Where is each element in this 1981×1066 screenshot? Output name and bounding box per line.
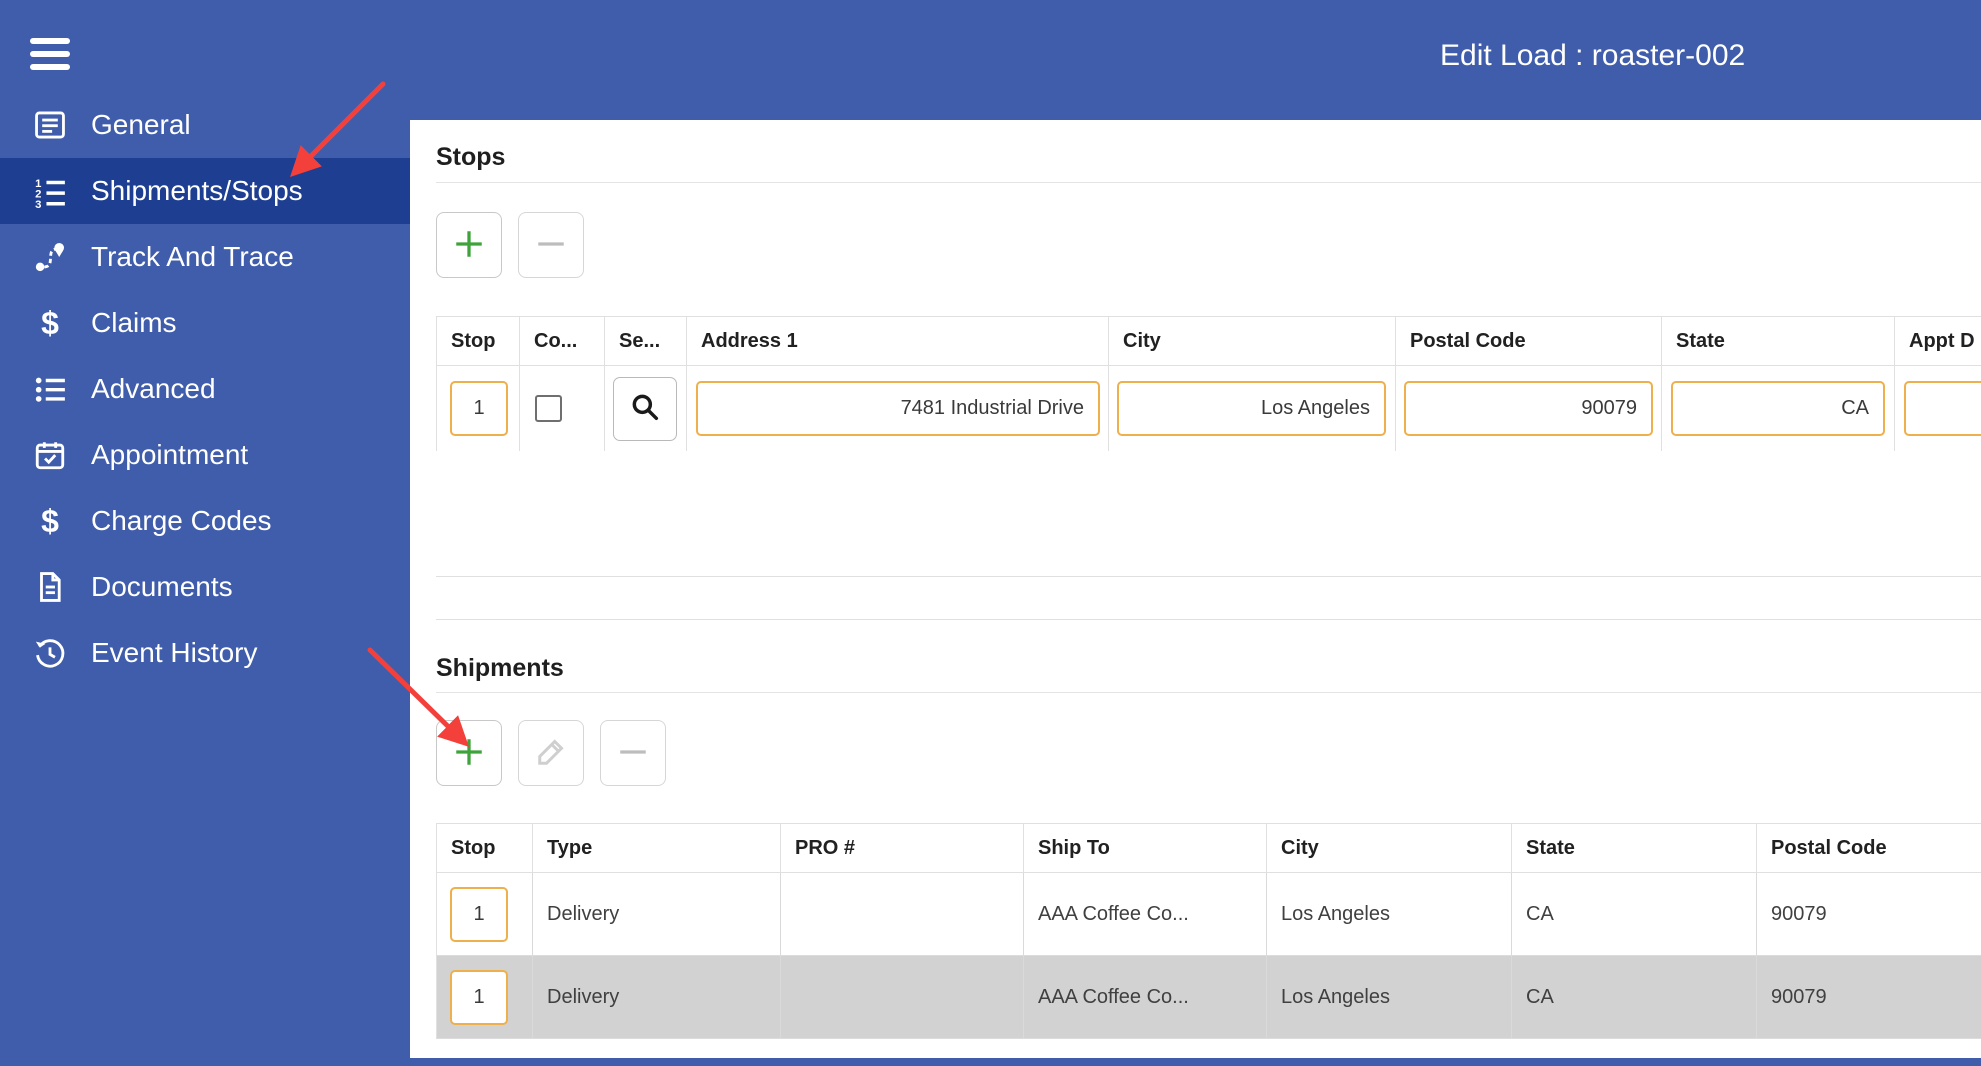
sidebar-item-advanced[interactable]: Advanced	[0, 356, 410, 422]
plus-icon	[451, 734, 487, 773]
minus-icon	[615, 734, 651, 773]
sidebar-item-label: Charge Codes	[91, 505, 272, 536]
sidebar-item-label: Shipments/Stops	[91, 175, 303, 206]
stops-add-button[interactable]	[436, 212, 502, 278]
stop-number-input[interactable]	[450, 381, 508, 436]
sidebar-item-track-and-trace[interactable]: Track And Trace	[0, 224, 410, 290]
shipment-row-selected[interactable]: Delivery AAA Coffee Co... Los Angeles CA…	[436, 956, 1981, 1039]
shipment-city: Los Angeles	[1267, 956, 1512, 1038]
document-icon	[30, 567, 70, 607]
shipments-section: Shipments Stop Type PRO # Ship To City S…	[436, 619, 1981, 1039]
hamburger-icon	[30, 38, 70, 70]
sidebar-item-appointment[interactable]: Appointment	[0, 422, 410, 488]
shipments-edit-button[interactable]	[518, 720, 584, 786]
pencil-icon	[533, 734, 569, 773]
sidebar: General 1 2 3 Shipments/Stops Track And …	[0, 0, 410, 1066]
shipment-ship-to: AAA Coffee Co...	[1024, 956, 1267, 1038]
column-header-type: Type	[533, 824, 781, 872]
column-header-appt-date: Appt D	[1895, 317, 1981, 365]
svg-text:3: 3	[35, 199, 41, 208]
sidebar-item-label: Event History	[91, 637, 258, 668]
shipment-row[interactable]: Delivery AAA Coffee Co... Los Angeles CA…	[436, 873, 1981, 956]
shipment-pro	[781, 873, 1024, 955]
stops-remove-button[interactable]	[518, 212, 584, 278]
state-input[interactable]	[1671, 381, 1885, 436]
shipments-table-header: Stop Type PRO # Ship To City State Posta…	[436, 823, 1981, 873]
shipment-stop-input[interactable]	[450, 886, 508, 942]
sidebar-item-general[interactable]: General	[0, 92, 410, 158]
sidebar-item-event-history[interactable]: Event History	[0, 620, 410, 686]
stops-table-row	[436, 366, 1981, 451]
stops-section-title: Stops	[436, 143, 506, 171]
stops-toolbar	[436, 212, 1981, 278]
shipment-pro	[781, 956, 1024, 1038]
sidebar-item-label: Track And Trace	[91, 241, 294, 272]
dollar-icon: $	[41, 502, 59, 539]
column-header-pro: PRO #	[781, 824, 1024, 872]
column-header-state: State	[1512, 824, 1757, 872]
stops-section: Stops Stop Co... Se... Address 1 City Po…	[436, 120, 1981, 577]
shipment-ship-to: AAA Coffee Co...	[1024, 873, 1267, 955]
shipment-type: Delivery	[533, 873, 781, 955]
column-header-postal-code: Postal Code	[1396, 317, 1662, 365]
shipment-state: CA	[1512, 956, 1757, 1038]
shipments-section-title: Shipments	[436, 654, 564, 682]
shipment-postal-code: 90079	[1757, 873, 1981, 955]
sidebar-item-label: Advanced	[91, 373, 216, 404]
page-title: Edit Load : roaster-002	[1440, 39, 1746, 72]
shipments-remove-button[interactable]	[600, 720, 666, 786]
address1-input[interactable]	[696, 381, 1100, 436]
shipment-type: Delivery	[533, 956, 781, 1038]
postal-code-input[interactable]	[1404, 381, 1653, 436]
sidebar-item-label: Claims	[91, 307, 177, 338]
stop-complete-checkbox[interactable]	[535, 395, 562, 422]
shipment-postal-code: 90079	[1757, 956, 1981, 1038]
stops-table-empty-area	[436, 451, 1981, 577]
sidebar-nav: General 1 2 3 Shipments/Stops Track And …	[0, 92, 410, 686]
shipment-city: Los Angeles	[1267, 873, 1512, 955]
sidebar-item-shipments-stops[interactable]: 1 2 3 Shipments/Stops	[0, 158, 410, 224]
menu-button[interactable]	[30, 38, 70, 70]
column-header-city: City	[1267, 824, 1512, 872]
history-icon	[30, 633, 70, 673]
column-header-ship-to: Ship To	[1024, 824, 1267, 872]
column-header-search: Se...	[605, 317, 687, 365]
calendar-check-icon	[30, 435, 70, 475]
shipments-toolbar	[436, 720, 1981, 786]
shipments-table: Stop Type PRO # Ship To City State Posta…	[436, 823, 1981, 1039]
stops-table-header: Stop Co... Se... Address 1 City Postal C…	[436, 316, 1981, 366]
column-header-city: City	[1109, 317, 1396, 365]
column-header-stop: Stop	[437, 824, 533, 872]
appt-date-input[interactable]	[1904, 381, 1981, 436]
sidebar-item-claims[interactable]: $ Claims	[0, 290, 410, 356]
minus-icon	[533, 226, 569, 265]
shipment-stop-input[interactable]	[450, 969, 508, 1025]
column-header-address1: Address 1	[687, 317, 1109, 365]
dollar-icon: $	[41, 304, 59, 341]
sidebar-item-label: General	[91, 109, 191, 140]
bullet-list-icon	[30, 369, 70, 409]
stops-table: Stop Co... Se... Address 1 City Postal C…	[436, 316, 1981, 577]
column-header-state: State	[1662, 317, 1895, 365]
city-input[interactable]	[1117, 381, 1386, 436]
numbered-list-icon: 1 2 3	[30, 171, 70, 211]
sidebar-item-label: Documents	[91, 571, 233, 602]
route-icon	[30, 237, 70, 277]
sidebar-item-label: Appointment	[91, 439, 249, 470]
sidebar-item-charge-codes[interactable]: $ Charge Codes	[0, 488, 410, 554]
form-icon	[30, 105, 70, 145]
plus-icon	[451, 226, 487, 265]
column-header-stop: Stop	[437, 317, 520, 365]
shipments-add-button[interactable]	[436, 720, 502, 786]
sidebar-item-documents[interactable]: Documents	[0, 554, 410, 620]
main-content: Stops Stop Co... Se... Address 1 City Po…	[410, 120, 1981, 1058]
shipment-state: CA	[1512, 873, 1757, 955]
magnifier-icon	[629, 391, 661, 426]
column-header-postal-code: Postal Code	[1757, 824, 1981, 872]
column-header-complete: Co...	[520, 317, 605, 365]
stop-address-search-button[interactable]	[613, 376, 677, 441]
